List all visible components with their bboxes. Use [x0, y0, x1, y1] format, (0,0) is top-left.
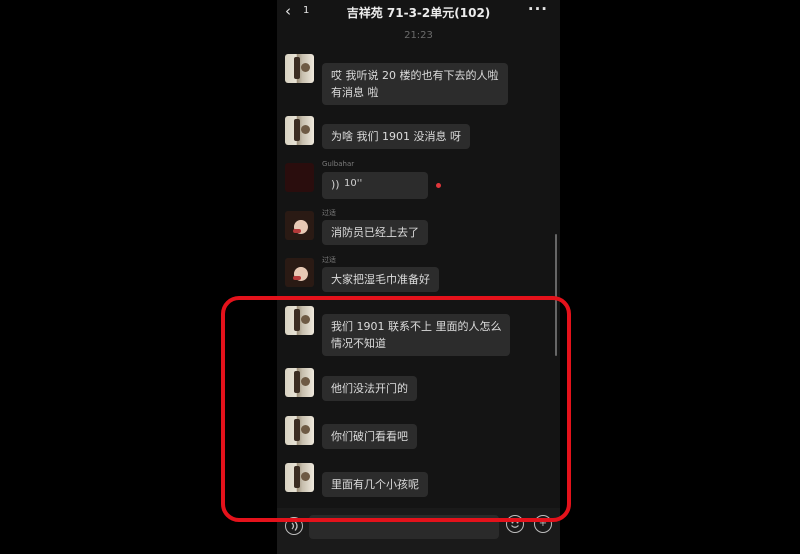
- message-line: 里面有几个小孩呢: [331, 478, 419, 491]
- message-line: 大家把湿毛巾准备好: [331, 273, 430, 286]
- dark-avatar[interactable]: [285, 163, 314, 192]
- chat-title: 吉祥苑 71-3-2单元(102): [346, 6, 491, 20]
- voice-wave-icon: )): [331, 178, 340, 191]
- message-line: 他们没法开门的: [331, 382, 408, 395]
- unread-voice-dot: [436, 183, 441, 188]
- more-options-icon[interactable]: ···: [528, 0, 548, 18]
- message-bubble[interactable]: 大家把湿毛巾准备好: [322, 267, 439, 292]
- message-bubble[interactable]: 哎 我听说 20 楼的也有下去的人啦 有消息 啦: [322, 63, 508, 105]
- sender-name: Gulbahar: [322, 160, 355, 168]
- face-avatar[interactable]: [285, 211, 314, 240]
- message-line: 为啥 我们 1901 没消息 呀: [331, 130, 461, 143]
- message-bubble[interactable]: 他们没法开门的: [322, 376, 417, 401]
- face-avatar[interactable]: [285, 258, 314, 287]
- message-line: 我们 1901 联系不上 里面的人怎么: [331, 320, 502, 333]
- message-timestamp: 21:23: [404, 30, 433, 41]
- room-photo-avatar[interactable]: [285, 306, 314, 335]
- message-bubble[interactable]: 为啥 我们 1901 没消息 呀: [322, 124, 470, 149]
- message-line: 哎 我听说 20 楼的也有下去的人啦: [331, 69, 499, 82]
- message-input[interactable]: [309, 515, 499, 539]
- room-photo-avatar[interactable]: [285, 116, 314, 145]
- sender-name: 过适: [322, 256, 336, 264]
- input-bar: +: [277, 508, 560, 554]
- message-line: 消防员已经上去了: [331, 226, 419, 239]
- voice-message[interactable]: )) 10'': [322, 172, 428, 199]
- message-bubble[interactable]: 里面有几个小孩呢: [322, 472, 428, 497]
- voice-toggle-icon[interactable]: [285, 517, 303, 535]
- room-photo-avatar[interactable]: [285, 54, 314, 83]
- room-photo-avatar[interactable]: [285, 368, 314, 397]
- voice-duration: 10'': [344, 178, 363, 189]
- message-line: 有消息 啦: [331, 86, 379, 99]
- chat-screen: ‹ 1 吉祥苑 71-3-2单元(102) ··· 21:23 哎 我听说 20…: [277, 0, 560, 554]
- message-bubble[interactable]: 我们 1901 联系不上 里面的人怎么 情况不知道: [322, 314, 511, 356]
- message-bubble[interactable]: 你们破门看看吧: [322, 424, 417, 449]
- room-photo-avatar[interactable]: [285, 463, 314, 492]
- scrollbar[interactable]: [555, 234, 557, 356]
- plus-icon[interactable]: +: [534, 515, 552, 533]
- message-line: 你们破门看看吧: [331, 430, 408, 443]
- message-line: 情况不知道: [331, 337, 386, 350]
- navigation-bar: ‹ 1 吉祥苑 71-3-2单元(102) ···: [277, 0, 560, 24]
- room-photo-avatar[interactable]: [285, 416, 314, 445]
- message-bubble[interactable]: 消防员已经上去了: [322, 220, 428, 245]
- emoji-icon[interactable]: [506, 515, 524, 533]
- sender-name: 过适: [322, 209, 336, 217]
